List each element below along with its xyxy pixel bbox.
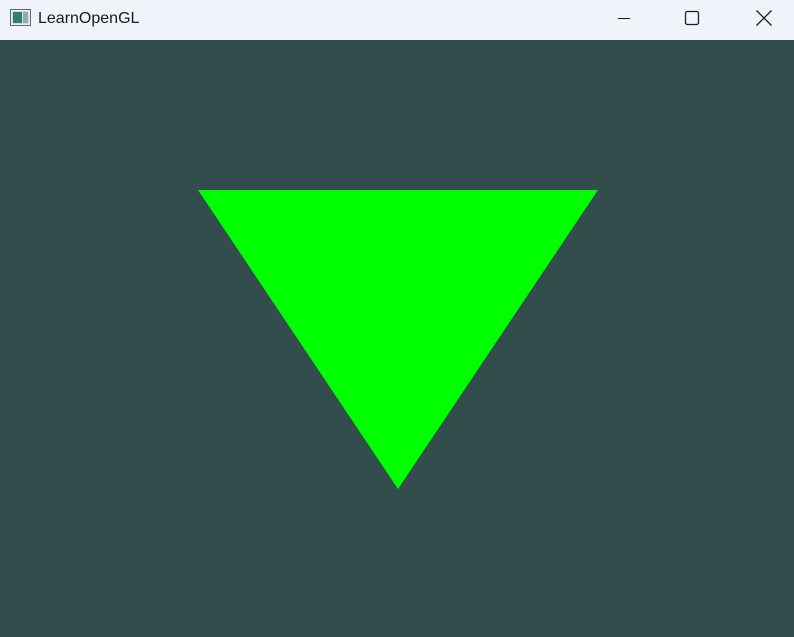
window-title: LearnOpenGL [38,10,140,27]
maximize-icon [684,10,700,31]
title-bar[interactable]: LearnOpenGL [0,0,794,40]
render-canvas [0,40,794,637]
minimize-icon [616,10,632,31]
app-window: LearnOpenGL [0,0,794,637]
close-button[interactable] [741,0,787,40]
opengl-viewport[interactable] [0,40,794,637]
maximize-button[interactable] [669,0,715,40]
window-app-icon[interactable] [10,9,31,26]
minimize-button[interactable] [601,0,647,40]
close-icon [755,9,773,32]
